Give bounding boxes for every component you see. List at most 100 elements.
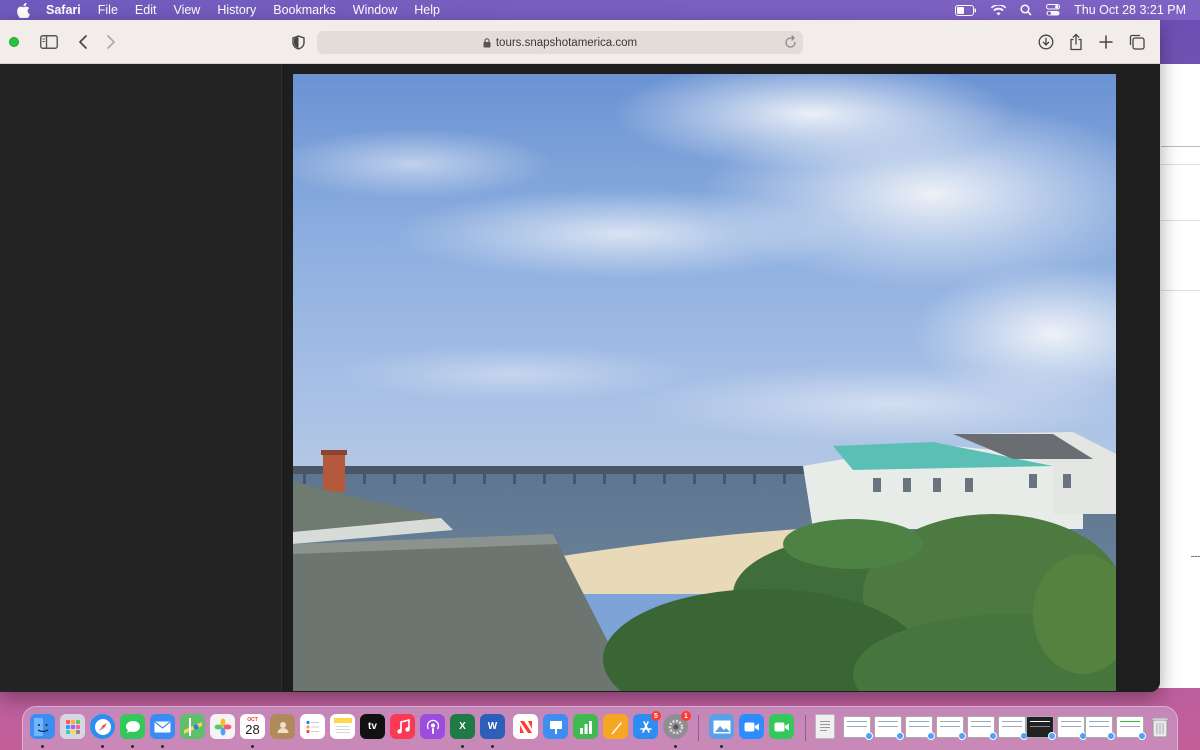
news-icon[interactable] <box>513 714 538 739</box>
maps-icon[interactable] <box>180 714 205 739</box>
apple-tv-icon[interactable]: tv <box>360 714 385 739</box>
menu-file[interactable]: File <box>98 3 118 17</box>
share-icon[interactable] <box>1065 32 1087 52</box>
menu-view[interactable]: View <box>173 3 200 17</box>
minimized-window-thumbnail[interactable] <box>905 716 935 740</box>
address-bar[interactable]: tours.snapshotamerica.com <box>317 31 803 54</box>
app-badge-icon <box>989 732 997 740</box>
app-badge-icon <box>958 732 966 740</box>
excel-label: X <box>459 721 466 732</box>
word-label: W <box>487 721 498 732</box>
minimized-window-thumbnail[interactable] <box>1116 716 1146 740</box>
running-indicator <box>251 745 254 748</box>
reminders-icon[interactable] <box>300 714 325 739</box>
notes-icon[interactable] <box>330 714 355 739</box>
music-icon[interactable] <box>390 714 415 739</box>
notification-badge: 1 <box>681 711 691 721</box>
app-badge-icon <box>1138 732 1146 740</box>
running-indicator <box>41 745 44 748</box>
reload-icon[interactable] <box>784 35 797 52</box>
minimized-window-thumbnail[interactable] <box>967 716 997 740</box>
running-indicator <box>161 745 164 748</box>
photos-icon[interactable] <box>210 714 235 739</box>
beach-photo-illustration <box>293 74 1116 691</box>
dock-separator <box>805 715 806 741</box>
pages-icon[interactable] <box>603 714 628 739</box>
tab-overview-icon[interactable] <box>1126 32 1148 52</box>
trash-icon[interactable] <box>1147 714 1172 739</box>
page-content <box>0 64 1160 692</box>
menu-edit[interactable]: Edit <box>135 3 157 17</box>
finder-icon[interactable] <box>30 714 55 739</box>
url-text: tours.snapshotamerica.com <box>495 36 638 49</box>
running-indicator <box>674 745 677 748</box>
forward-icon[interactable] <box>100 32 122 52</box>
minimized-window-thumbnail[interactable] <box>1085 716 1115 740</box>
mail-icon[interactable] <box>150 714 175 739</box>
system-preferences-icon[interactable]: 1 <box>663 711 691 739</box>
sidebar-toggle-icon[interactable] <box>38 32 60 52</box>
beach-photo[interactable] <box>293 74 1116 691</box>
menu-bookmarks[interactable]: Bookmarks <box>273 3 336 17</box>
menu-help[interactable]: Help <box>414 3 440 17</box>
excel-icon[interactable]: X <box>450 714 475 739</box>
menu-clock[interactable]: Thu Oct 28 3:21 PM <box>1074 3 1186 17</box>
divider <box>1161 164 1200 165</box>
launchpad-icon[interactable] <box>60 714 85 739</box>
app-badge-icon <box>865 732 873 740</box>
notification-badge: 5 <box>651 711 661 721</box>
download-icon[interactable] <box>1035 32 1057 52</box>
running-indicator <box>491 745 494 748</box>
zoom-icon[interactable] <box>739 714 764 739</box>
document-icon[interactable] <box>815 714 835 739</box>
keynote-icon[interactable] <box>543 714 568 739</box>
minimized-window-thumbnail[interactable] <box>998 716 1028 740</box>
control-center-icon[interactable] <box>1046 4 1061 16</box>
dock: OCT 28 tv X W 5 1 <box>22 706 1178 750</box>
dock-separator <box>698 715 699 741</box>
preview-icon[interactable] <box>709 714 734 739</box>
battery-icon[interactable] <box>955 4 977 16</box>
divider <box>1161 146 1200 147</box>
apple-menu-icon[interactable] <box>17 2 33 18</box>
apple-tv-label: tv <box>368 721 377 732</box>
safari-window: tours.snapshotamerica.com <box>0 20 1160 692</box>
minimized-window-thumbnail[interactable] <box>1057 716 1087 740</box>
app-badge-icon <box>927 732 935 740</box>
menu-app-name[interactable]: Safari <box>46 3 81 17</box>
divider <box>1161 290 1200 291</box>
lock-icon <box>483 37 491 48</box>
dashed-line <box>1191 556 1200 557</box>
running-indicator <box>131 745 134 748</box>
spotlight-search-icon[interactable] <box>1020 4 1032 16</box>
safari-toolbar: tours.snapshotamerica.com <box>0 20 1160 64</box>
minimized-window-thumbnail[interactable] <box>1026 716 1056 740</box>
facetime-icon[interactable] <box>769 714 794 739</box>
zoom-window-button[interactable] <box>9 37 19 47</box>
back-icon[interactable] <box>72 32 94 52</box>
calendar-icon[interactable]: OCT 28 <box>240 714 265 739</box>
contacts-icon[interactable] <box>270 714 295 739</box>
privacy-shield-icon[interactable] <box>287 32 309 52</box>
messages-icon[interactable] <box>120 714 145 739</box>
app-badge-icon <box>896 732 904 740</box>
new-tab-icon[interactable] <box>1095 32 1117 52</box>
calendar-day-label: 28 <box>245 721 260 737</box>
menu-bar: Safari File Edit View History Bookmarks … <box>0 0 1200 20</box>
numbers-icon[interactable] <box>573 714 598 739</box>
menu-window[interactable]: Window <box>353 3 397 17</box>
minimized-window-thumbnail[interactable] <box>874 716 904 740</box>
word-icon[interactable]: W <box>480 714 505 739</box>
menu-history[interactable]: History <box>217 3 256 17</box>
app-store-icon[interactable]: 5 <box>633 711 661 739</box>
wifi-icon[interactable] <box>991 4 1007 16</box>
minimized-window-thumbnail[interactable] <box>843 716 873 740</box>
app-badge-icon <box>1048 732 1056 740</box>
podcasts-icon[interactable] <box>420 714 445 739</box>
running-indicator <box>720 745 723 748</box>
running-indicator <box>461 745 464 748</box>
minimized-window-thumbnail[interactable] <box>936 716 966 740</box>
divider <box>1161 220 1200 221</box>
safari-icon[interactable] <box>90 714 115 739</box>
running-indicator <box>101 745 104 748</box>
